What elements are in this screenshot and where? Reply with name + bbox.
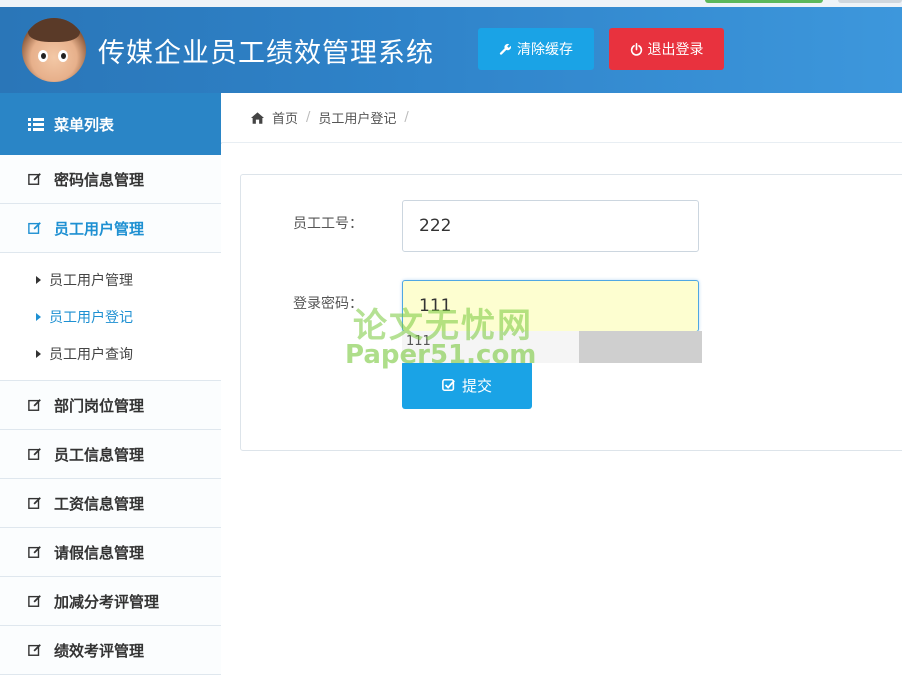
clear-cache-label: 清除缓存 [517,42,573,58]
sidebar-item-salary[interactable]: 工资信息管理 [0,479,221,528]
edit-icon [28,594,42,608]
app-header: 传媒企业员工绩效管理系统 清除缓存 退出登录 [0,0,902,93]
sidebar-item-label: 部门岗位管理 [54,396,145,415]
sidebar-item-score-eval[interactable]: 加减分考评管理 [0,577,221,626]
sidebar-item-employee-users[interactable]: 员工用户管理 [0,204,221,253]
password-input[interactable] [402,280,699,332]
sidebar-item-label: 工资信息管理 [54,494,145,513]
autocomplete-dropdown: 111 [402,331,702,363]
sidebar-item-label: 绩效考评管理 [54,641,145,660]
breadcrumb-separator: / [306,110,311,125]
avatar [22,18,86,82]
caret-right-icon [36,312,41,321]
logout-button[interactable]: 退出登录 [609,28,724,70]
main-content: 员工工号： 登录密码： 提交 111 [221,144,902,668]
submenu-item-label: 员工用户管理 [49,272,133,289]
sidebar-item-department[interactable]: 部门岗位管理 [0,381,221,430]
submenu-item-user-register[interactable]: 员工用户登记 [0,298,221,335]
submit-button[interactable]: 提交 [402,361,532,409]
top-tab-indicator [838,0,902,3]
menu-title: 菜单列表 [54,115,115,134]
caret-right-icon [36,275,41,284]
form-panel: 员工工号： 登录密码： 提交 111 [240,174,902,451]
autocomplete-option[interactable]: 111 [402,331,579,363]
sidebar-item-employee-info[interactable]: 员工信息管理 [0,430,221,479]
app-title: 传媒企业员工绩效管理系统 [98,38,434,69]
submenu-item-user-query[interactable]: 员工用户查询 [0,335,221,372]
sidebar-item-label: 员工信息管理 [54,445,145,464]
sidebar-item-label: 加减分考评管理 [54,592,160,611]
edit-icon [28,398,42,412]
submenu-item-label: 员工用户查询 [49,346,133,363]
edit-icon [28,643,42,657]
wrench-icon [499,43,512,56]
home-icon [251,111,264,124]
breadcrumb-current: 员工用户登记 [318,112,397,127]
employee-id-label: 员工工号： [293,216,363,232]
autocomplete-shade [579,331,702,363]
list-icon [28,117,44,131]
submenu-item-label: 员工用户登记 [49,309,133,326]
edit-icon [28,496,42,510]
sidebar: 菜单列表 密码信息管理 员工用户管理 员工用户管理 员工用户登记 员工用户查询 … [0,93,222,675]
edit-icon [28,447,42,461]
caret-right-icon [36,349,41,358]
submit-label: 提交 [461,376,492,395]
power-icon [630,42,643,56]
edit-icon [28,172,42,186]
submenu-item-user-manage[interactable]: 员工用户管理 [0,261,221,298]
breadcrumb-separator: / [404,110,409,125]
employee-id-input[interactable] [402,200,699,252]
breadcrumb: 首页 / 员工用户登记 / [221,93,902,143]
password-label: 登录密码： [293,296,363,312]
clear-cache-button[interactable]: 清除缓存 [478,28,594,70]
sidebar-item-label: 密码信息管理 [54,170,145,189]
sidebar-item-label: 请假信息管理 [54,543,145,562]
sidebar-item-leave[interactable]: 请假信息管理 [0,528,221,577]
check-square-icon [442,378,456,392]
edit-icon [28,545,42,559]
sidebar-item-password[interactable]: 密码信息管理 [0,155,221,204]
breadcrumb-home-link[interactable]: 首页 [272,108,298,127]
logout-label: 退出登录 [647,42,704,58]
edit-icon [28,221,42,235]
submenu: 员工用户管理 员工用户登记 员工用户查询 [0,253,221,381]
menu-header: 菜单列表 [0,93,221,155]
sidebar-item-label: 员工用户管理 [54,219,145,238]
top-tab-indicator [705,0,823,3]
